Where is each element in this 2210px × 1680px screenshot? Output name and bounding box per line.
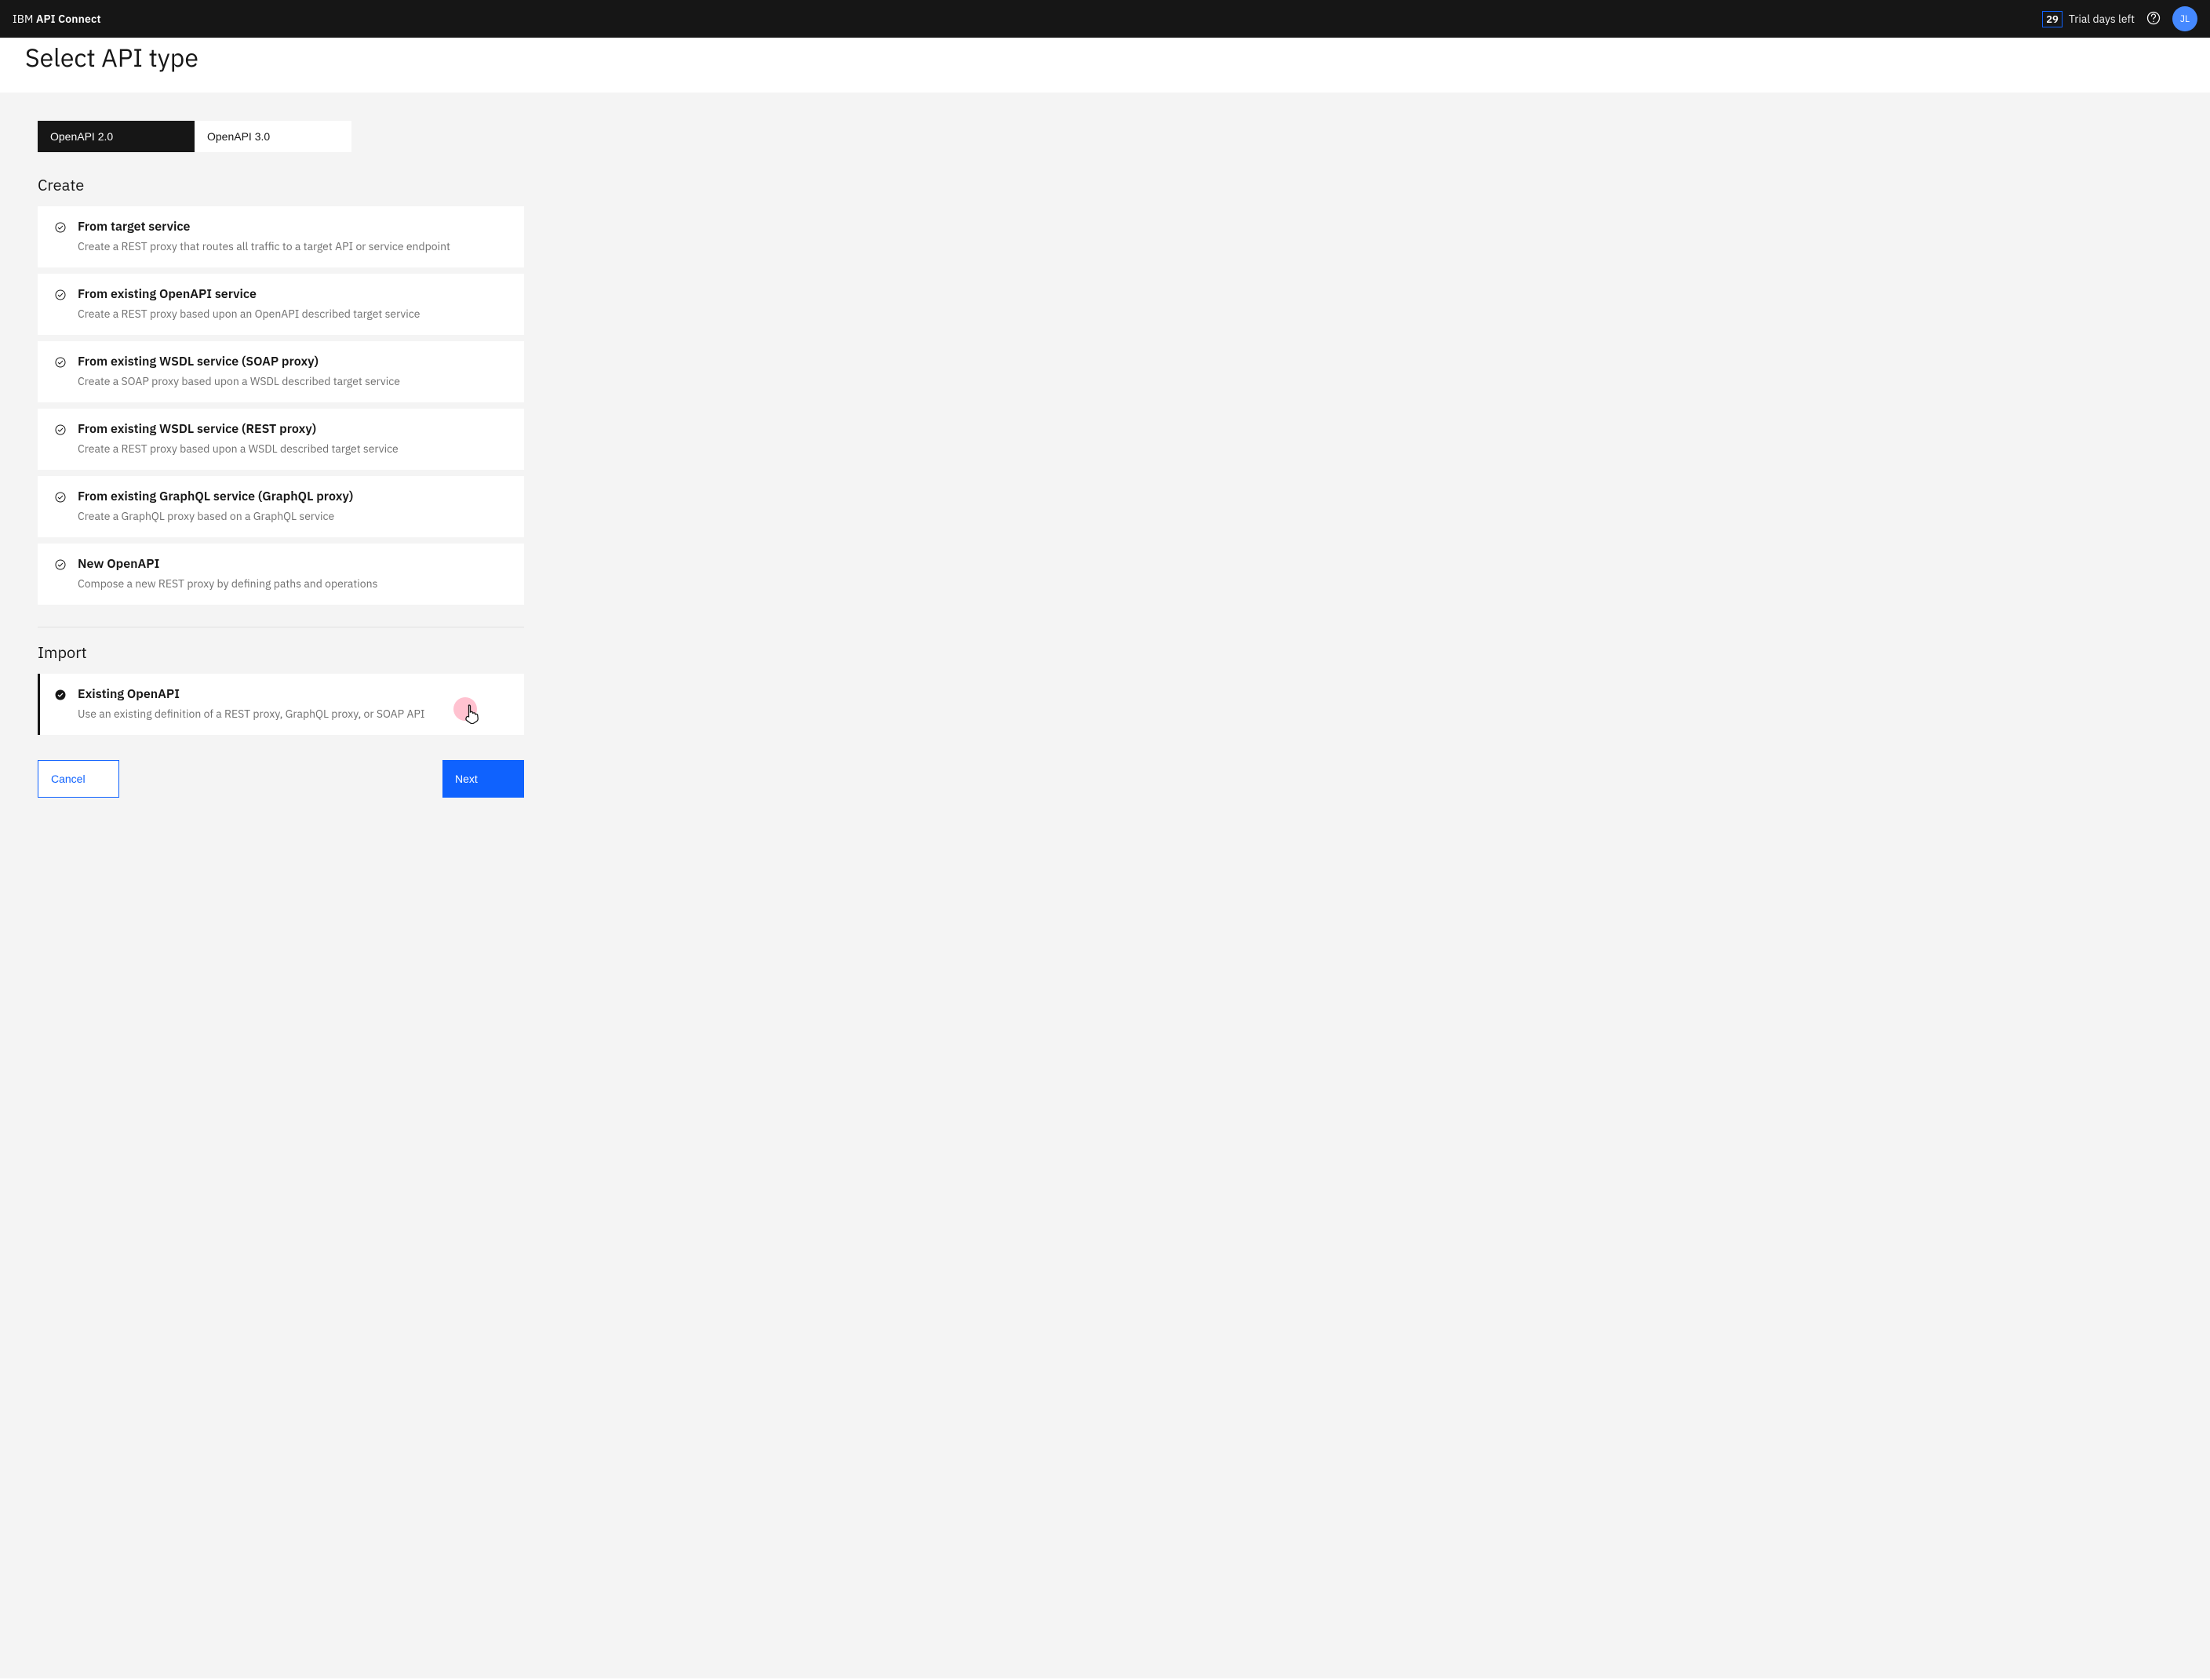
tab-label: OpenAPI 3.0 xyxy=(207,130,270,143)
brand: IBM API Connect xyxy=(13,12,101,26)
option-text: From existing OpenAPI service Create a R… xyxy=(78,286,420,321)
option-new-openapi[interactable]: New OpenAPI Compose a new REST proxy by … xyxy=(38,544,524,605)
option-desc: Use an existing definition of a REST pro… xyxy=(78,707,425,721)
option-from-wsdl-rest[interactable]: From existing WSDL service (REST proxy) … xyxy=(38,409,524,470)
help-icon xyxy=(2146,10,2161,28)
option-desc: Create a REST proxy based upon an OpenAP… xyxy=(78,307,420,321)
option-title: Existing OpenAPI xyxy=(78,686,425,702)
cancel-button[interactable]: Cancel xyxy=(38,760,119,798)
brand-prefix: IBM xyxy=(13,12,36,26)
option-desc: Create a REST proxy that routes all traf… xyxy=(78,239,450,253)
option-from-graphql[interactable]: From existing GraphQL service (GraphQL p… xyxy=(38,476,524,537)
option-title: From existing WSDL service (REST proxy) xyxy=(78,421,399,437)
create-options: From target service Create a REST proxy … xyxy=(38,206,524,605)
option-from-wsdl-soap[interactable]: From existing WSDL service (SOAP proxy) … xyxy=(38,341,524,402)
option-text: From existing WSDL service (REST proxy) … xyxy=(78,421,399,456)
option-from-existing-openapi[interactable]: From existing OpenAPI service Create a R… xyxy=(38,274,524,335)
option-text: From target service Create a REST proxy … xyxy=(78,219,450,253)
tab-label: OpenAPI 2.0 xyxy=(50,130,113,143)
title-area: Select API type xyxy=(0,38,2210,93)
avatar-initials: JL xyxy=(2180,13,2190,25)
button-label: Next xyxy=(455,773,478,785)
option-title: From existing WSDL service (SOAP proxy) xyxy=(78,354,400,369)
radio-unselected-icon xyxy=(54,491,67,507)
option-title: From existing GraphQL service (GraphQL p… xyxy=(78,489,353,504)
option-text: From existing WSDL service (SOAP proxy) … xyxy=(78,354,400,388)
trial-days-label: Trial days left xyxy=(2069,12,2135,26)
trial-days-count: 29 xyxy=(2042,11,2063,27)
tabs: OpenAPI 2.0 OpenAPI 3.0 xyxy=(38,121,2172,152)
import-heading: Import xyxy=(38,642,2172,663)
next-button[interactable]: Next xyxy=(442,760,524,798)
tab-openapi-3[interactable]: OpenAPI 3.0 xyxy=(195,121,351,152)
trial-badge: 29 Trial days left xyxy=(2042,11,2135,27)
radio-unselected-icon xyxy=(54,356,67,373)
option-existing-openapi[interactable]: Existing OpenAPI Use an existing definit… xyxy=(38,674,524,735)
option-desc: Create a GraphQL proxy based on a GraphQ… xyxy=(78,509,353,523)
radio-unselected-icon xyxy=(54,424,67,440)
wizard-actions: Cancel Next xyxy=(38,760,524,798)
option-from-target-service[interactable]: From target service Create a REST proxy … xyxy=(38,206,524,267)
option-desc: Create a REST proxy based upon a WSDL de… xyxy=(78,442,399,456)
import-options: Existing OpenAPI Use an existing definit… xyxy=(38,674,524,735)
brand-name: API Connect xyxy=(36,12,101,26)
help-button[interactable] xyxy=(2146,11,2161,27)
radio-unselected-icon xyxy=(54,558,67,575)
brand-area: IBM API Connect xyxy=(13,12,101,26)
option-title: New OpenAPI xyxy=(78,556,377,572)
app-header: IBM API Connect 29 Trial days left JL xyxy=(0,0,2210,38)
option-text: From existing GraphQL service (GraphQL p… xyxy=(78,489,353,523)
option-desc: Compose a new REST proxy by defining pat… xyxy=(78,576,377,591)
option-text: Existing OpenAPI Use an existing definit… xyxy=(78,686,425,721)
radio-selected-icon xyxy=(54,689,67,705)
create-heading: Create xyxy=(38,174,2172,195)
header-actions: 29 Trial days left JL xyxy=(2042,6,2197,31)
content-area: OpenAPI 2.0 OpenAPI 3.0 Create From targ… xyxy=(0,93,2210,1678)
user-avatar[interactable]: JL xyxy=(2172,6,2197,31)
option-desc: Create a SOAP proxy based upon a WSDL de… xyxy=(78,374,400,388)
option-title: From target service xyxy=(78,219,450,235)
radio-unselected-icon xyxy=(54,289,67,305)
page-title: Select API type xyxy=(25,41,2185,74)
tab-openapi-2[interactable]: OpenAPI 2.0 xyxy=(38,121,195,152)
option-text: New OpenAPI Compose a new REST proxy by … xyxy=(78,556,377,591)
radio-unselected-icon xyxy=(54,221,67,238)
button-label: Cancel xyxy=(51,773,86,785)
option-title: From existing OpenAPI service xyxy=(78,286,420,302)
